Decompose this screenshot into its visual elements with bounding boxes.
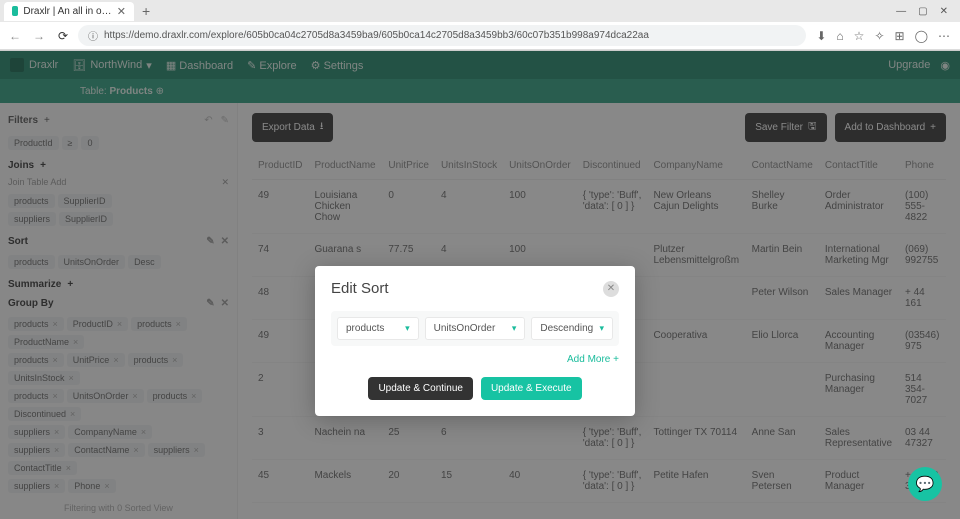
favorite-icon[interactable]: ☆ [854, 29, 865, 43]
tab-title: Draxlr | An all in one platform to [23, 6, 111, 17]
app: Draxlr 🗄 NorthWind ▾ ▦ Dashboard ✎ Explo… [0, 51, 960, 519]
back-button[interactable]: ← [6, 29, 24, 43]
plus-icon: + [613, 354, 619, 365]
tab-favicon [12, 6, 18, 16]
new-tab-button[interactable]: + [134, 3, 158, 19]
address-bar: ← → ⟳ ⓘ https://demo.draxlr.com/explore/… [0, 22, 960, 50]
sort-rule-row: products▾ UnitsOnOrder▾ Descending▾ [331, 311, 619, 346]
minimize-button[interactable]: — [896, 6, 906, 17]
update-execute-button[interactable]: Update & Execute [481, 377, 582, 400]
menu-icon[interactable]: ⋯ [938, 29, 950, 43]
home-icon[interactable]: ⌂ [836, 29, 843, 43]
forward-button: → [30, 29, 48, 43]
add-more-sort[interactable]: Add More + [331, 354, 619, 365]
maximize-button[interactable]: ▢ [918, 6, 927, 17]
chat-icon: 💬 [916, 475, 935, 493]
url-field[interactable]: ⓘ https://demo.draxlr.com/explore/605b0c… [78, 25, 806, 46]
download-icon[interactable]: ⬇ [816, 29, 826, 43]
tab-bar: Draxlr | An all in one platform to ✕ + —… [0, 0, 960, 22]
sort-direction-select[interactable]: Descending▾ [531, 317, 613, 340]
lock-icon: ⓘ [88, 28, 98, 43]
chevron-down-icon: ▾ [512, 323, 517, 334]
chat-fab[interactable]: 💬 [908, 467, 942, 501]
profile-icon[interactable]: ◯ [915, 29, 928, 43]
reload-button[interactable]: ⟳ [54, 29, 72, 43]
extensions-icon[interactable]: ✧ [874, 29, 884, 43]
sort-table-select[interactable]: products▾ [337, 317, 419, 340]
edit-sort-modal: Edit Sort ✕ products▾ UnitsOnOrder▾ Desc… [315, 266, 635, 416]
window-controls: — ▢ ✕ [888, 6, 956, 17]
url-text: https://demo.draxlr.com/explore/605b0ca0… [104, 30, 649, 41]
collections-icon[interactable]: ⊞ [895, 29, 905, 43]
sort-column-select[interactable]: UnitsOnOrder▾ [425, 317, 526, 340]
close-window-button[interactable]: ✕ [940, 6, 948, 17]
browser-tab[interactable]: Draxlr | An all in one platform to ✕ [4, 2, 134, 21]
modal-close-button[interactable]: ✕ [603, 281, 619, 297]
update-continue-button[interactable]: Update & Continue [368, 377, 473, 400]
tab-close-icon[interactable]: ✕ [117, 5, 126, 18]
browser-chrome: Draxlr | An all in one platform to ✕ + —… [0, 0, 960, 51]
chevron-down-icon: ▾ [599, 323, 604, 334]
modal-title: Edit Sort [331, 280, 389, 297]
chevron-down-icon: ▾ [405, 323, 410, 334]
